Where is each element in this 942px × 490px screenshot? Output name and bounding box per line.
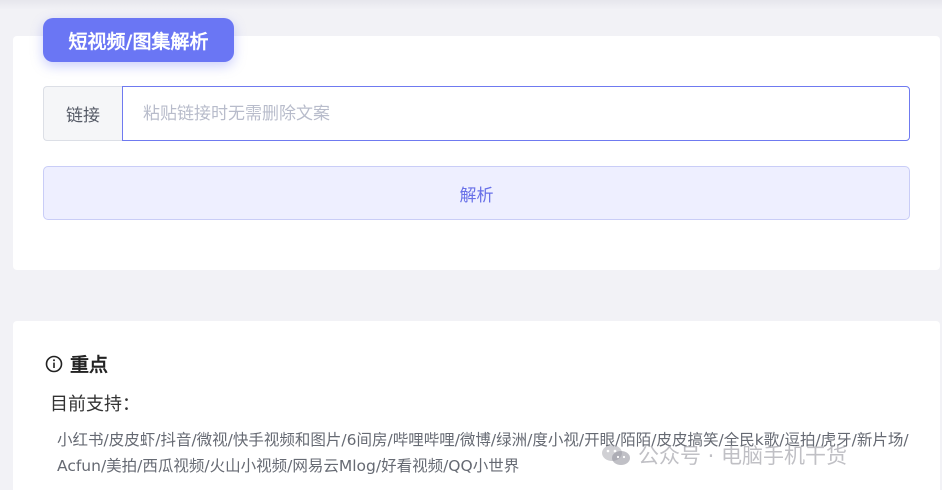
parse-title-text: 短视频/图集解析 xyxy=(68,30,209,53)
top-edge-shadow xyxy=(0,0,942,10)
info-circle-icon xyxy=(45,355,63,372)
notes-heading-text: 重点 xyxy=(70,354,109,376)
parse-card xyxy=(13,36,940,270)
supported-platforms-list: 小红书/皮皮虾/抖音/微视/快手视频和图片/6间房/哔哩哔哩/微博/绿洲/度小视… xyxy=(57,431,909,475)
support-title: 目前支持： xyxy=(50,394,140,415)
link-input-group: 链接 xyxy=(43,86,910,141)
link-prefix-label: 链接 xyxy=(43,86,122,141)
notes-heading: 重点 xyxy=(45,350,108,377)
link-input[interactable] xyxy=(122,86,910,141)
parse-title-badge: 短视频/图集解析 xyxy=(43,18,234,62)
parse-button[interactable]: 解析 xyxy=(43,166,910,220)
